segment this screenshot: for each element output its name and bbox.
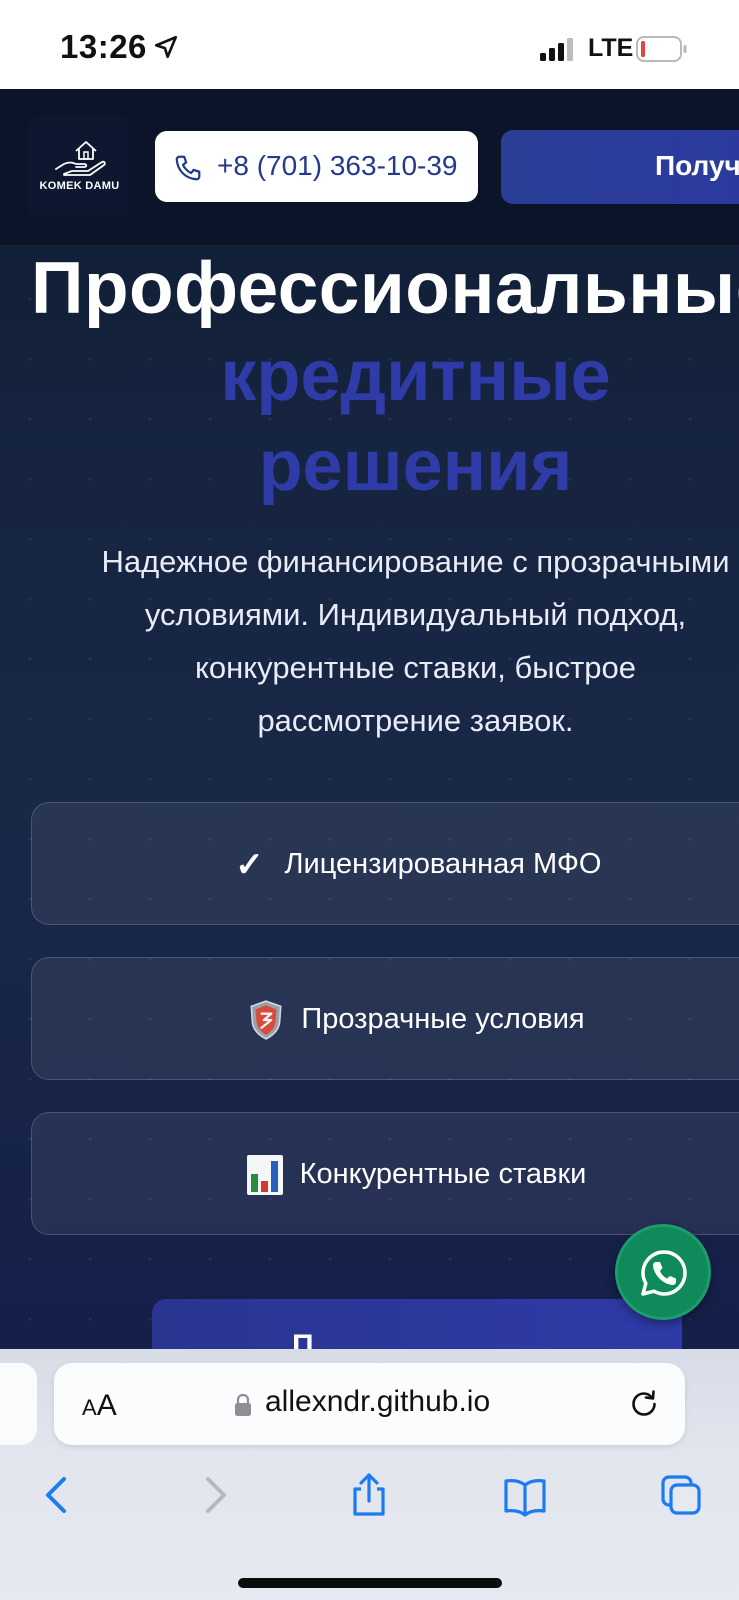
phone-icon bbox=[175, 155, 201, 181]
battery-low-icon bbox=[636, 36, 687, 62]
shield-icon bbox=[250, 999, 282, 1040]
site-logo[interactable]: KOMEK DAMU bbox=[29, 117, 128, 216]
get-loan-button-label: Получить bbox=[655, 150, 739, 181]
network-type: LTE bbox=[588, 34, 634, 62]
web-page[interactable]: KOMEK DAMU +8 (701) 363-10-39 Получить П… bbox=[0, 89, 739, 1349]
logo-text: KOMEK DAMU bbox=[39, 180, 120, 192]
home-indicator[interactable] bbox=[238, 1578, 502, 1588]
lock-icon bbox=[235, 1393, 251, 1416]
cellular-signal-icon bbox=[540, 38, 573, 61]
hero-subtitle-line: рассмотрение заявок. bbox=[257, 703, 574, 738]
feature-card-licensed: ✓ Лицензированная МФО bbox=[31, 802, 739, 925]
url-text: allexndr.github.io bbox=[265, 1385, 491, 1418]
hero-title-accent-line-2: решения bbox=[258, 426, 573, 506]
hero-subtitle-line: конкурентные ставки, быстрое bbox=[194, 650, 636, 685]
hero-subtitle-line: Надежное финансирование с прозрачными bbox=[101, 544, 730, 579]
site-header: KOMEK DAMU +8 (701) 363-10-39 Получить bbox=[0, 89, 739, 246]
bookmarks-book-icon[interactable] bbox=[503, 1473, 547, 1517]
hero-title: Профессиональные bbox=[31, 248, 739, 329]
feature-card-transparent: Прозрачные условия bbox=[31, 957, 739, 1080]
location-arrow-icon bbox=[154, 35, 178, 59]
share-icon[interactable] bbox=[347, 1473, 391, 1517]
house-hand-logo-icon bbox=[55, 141, 106, 176]
previous-tab-preview[interactable] bbox=[0, 1363, 37, 1445]
text-size-big-letter: A bbox=[96, 1389, 117, 1422]
get-loan-button[interactable]: Получить bbox=[501, 130, 739, 204]
whatsapp-icon bbox=[641, 1250, 687, 1296]
reload-icon[interactable] bbox=[628, 1388, 660, 1420]
hero-subtitle-line: условиями. Индивидуальный подход, bbox=[144, 597, 687, 632]
status-time: 13:26 bbox=[60, 28, 147, 65]
hero-subtitle: Надежное финансирование с прозрачными ус… bbox=[0, 535, 739, 747]
bar-chart-icon bbox=[246, 1154, 283, 1195]
text-size-button[interactable]: AA bbox=[82, 1389, 117, 1423]
phone-call-button[interactable]: +8 (701) 363-10-39 bbox=[155, 131, 478, 202]
feature-card-rates: Конкурентные ставки bbox=[31, 1112, 739, 1235]
feature-label: Лицензированная МФО bbox=[284, 848, 602, 880]
tabs-overview-icon[interactable] bbox=[659, 1473, 703, 1517]
check-icon: ✓ bbox=[235, 845, 264, 884]
address-bar[interactable]: AA allexndr.github.io bbox=[54, 1363, 685, 1445]
feature-label: Прозрачные условия bbox=[301, 1003, 585, 1035]
status-bar: 13:26 LTE bbox=[0, 0, 739, 89]
back-arrow-icon[interactable] bbox=[36, 1473, 80, 1517]
whatsapp-chat-button[interactable] bbox=[615, 1224, 711, 1320]
feature-label: Конкурентные ставки bbox=[299, 1158, 587, 1190]
apply-button-label: П bbox=[292, 1329, 314, 1349]
text-size-small-letter: A bbox=[82, 1395, 97, 1420]
browser-toolbar: AA allexndr.github.io bbox=[0, 1349, 739, 1600]
apply-button[interactable]: П bbox=[152, 1299, 682, 1349]
hero-title-accent-line-1: кредитные bbox=[220, 336, 611, 416]
forward-arrow-icon[interactable] bbox=[192, 1473, 236, 1517]
phone-number: +8 (701) 363-10-39 bbox=[217, 150, 458, 181]
